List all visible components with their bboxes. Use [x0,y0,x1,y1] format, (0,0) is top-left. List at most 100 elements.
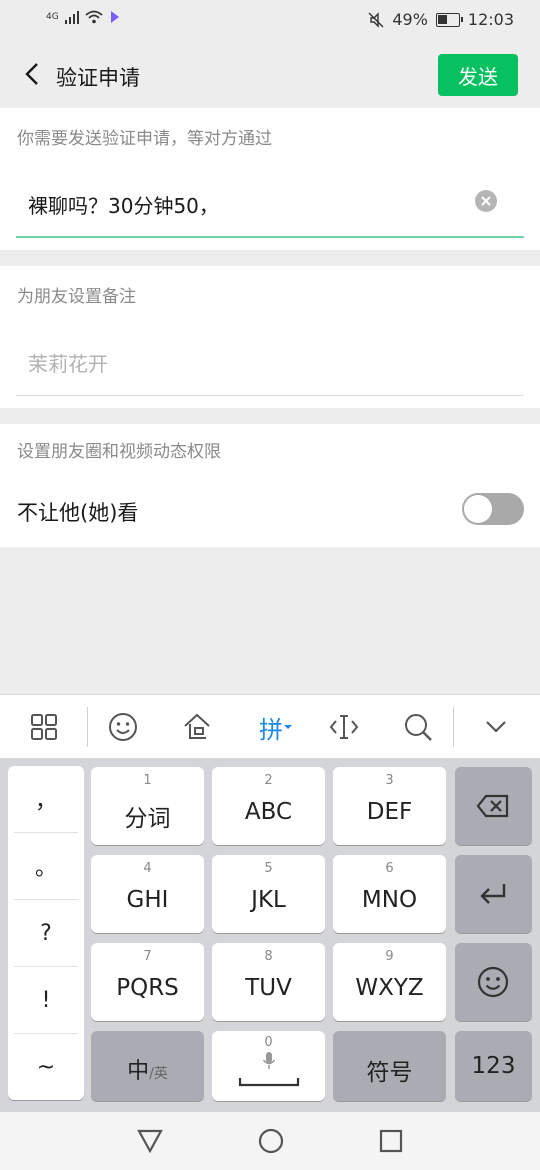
search-toolbar-button[interactable] [398,707,438,747]
status-right: 49% 12:03 [368,10,514,29]
symbol-label: 符号 [366,1060,413,1086]
language-switch-key[interactable]: 中/英 [91,1031,204,1101]
status-left: 4G [46,10,121,24]
lang-label: 中/英 [91,1053,204,1085]
chevron-down-icon [486,721,506,733]
remark-underline [16,395,524,396]
toolbar-divider [453,707,454,747]
lang-main: 中 [127,1059,150,1084]
key-number: 7 [143,949,152,964]
key-number: 9 [385,949,394,964]
remark-label: 为朋友设置备注 [17,287,136,307]
verification-underline [16,236,524,238]
keyboard-toolbar: 拼 [0,694,540,759]
clipboard-button[interactable] [177,707,217,747]
clear-button[interactable] [475,190,497,212]
punct-key[interactable]: ? [8,900,84,966]
emoji-key[interactable] [455,943,532,1021]
cursor-icon [329,715,359,739]
verification-section: 你需要发送验证申请，等对方通过 裸聊吗？30分钟50， [0,108,540,250]
network-label: 4G [46,12,59,22]
search-icon [405,714,432,741]
space-number: 0 [264,1035,273,1050]
triangle-back-icon [137,1129,163,1154]
toggle-knob [464,495,492,523]
key-label: TUV [245,975,292,1001]
key-5[interactable]: 5 JKL [212,855,325,933]
toolbar-divider [87,707,88,747]
key-number: 8 [264,949,273,964]
nav-back-button[interactable] [134,1126,166,1156]
key-1[interactable]: 1 分词 [91,767,204,845]
back-button[interactable] [14,56,50,92]
grid-button[interactable] [24,707,64,747]
punct-key[interactable]: 。 [8,833,84,899]
key-label: ABC [244,799,293,825]
clock: 12:03 [467,10,514,29]
key-number: 2 [264,773,273,788]
enter-icon [480,884,506,904]
mic-icon [262,1052,276,1069]
key-label: DEF [366,799,413,825]
back-arrow-icon [25,63,38,85]
key-6[interactable]: 6 MNO [333,855,446,933]
key-label: WXYZ [355,975,424,1001]
key-label: JKL [251,887,286,913]
key-4[interactable]: 4 GHI [91,855,204,933]
keyboard: ， 。 ? ! ~ 1 分词 2 ABC 3 DEF 4 GHI 5 JKL 6… [0,758,540,1112]
verification-input[interactable]: 裸聊吗？30分钟50， [28,190,219,219]
collapse-keyboard-button[interactable] [476,707,516,747]
punct-key[interactable]: ! [8,967,84,1033]
verification-label: 你需要发送验证申请，等对方通过 [17,129,272,149]
punct-key[interactable]: ~ [8,1034,84,1100]
cursor-button[interactable] [324,707,364,747]
key-7[interactable]: 7 PQRS [91,943,204,1021]
numbers-label: 123 [471,1053,516,1079]
status-bar: 4G 49% 12:03 [0,0,540,42]
mute-icon [368,11,384,28]
key-number: 6 [385,861,394,876]
app-notification-icon [110,11,119,23]
backspace-key[interactable] [455,767,532,845]
battery-percent: 49% [392,10,428,29]
key-label: MNO [361,887,418,913]
enter-key[interactable] [455,855,532,933]
input-mode-label: 拼 [259,715,283,744]
space-bar-icon [238,1078,300,1087]
numbers-key[interactable]: 123 [455,1031,532,1101]
key-3[interactable]: 3 DEF [333,767,446,845]
page-title: 验证申请 [56,66,140,90]
battery-icon [435,12,463,27]
key-number: 3 [385,773,394,788]
header: 验证申请 发送 [0,42,540,108]
clear-icon [481,196,491,206]
key-number: 1 [143,773,152,788]
key-label: GHI [126,887,169,913]
punct-key[interactable]: ， [8,766,84,832]
key-2[interactable]: 2 ABC [212,767,325,845]
remark-section: 为朋友设置备注 茉莉花开 [0,266,540,408]
key-label: PQRS [116,975,179,1001]
key-label: 分词 [124,806,171,832]
nav-recents-button[interactable] [376,1126,406,1156]
moments-section: 设置朋友圈和视频动态权限 不让他(她)看 [0,424,540,547]
lang-sub: /英 [149,1066,168,1082]
emoji-toolbar-button[interactable] [103,707,143,747]
send-button[interactable]: 发送 [438,54,518,96]
remark-input[interactable]: 茉莉花开 [28,348,108,377]
hide-moments-toggle[interactable] [462,493,524,525]
moments-label: 设置朋友圈和视频动态权限 [17,442,221,462]
grid-icon [31,714,57,740]
key-8[interactable]: 8 TUV [212,943,325,1021]
space-key[interactable]: 0 [212,1031,325,1101]
key-9[interactable]: 9 WXYZ [333,943,446,1021]
input-mode-button[interactable]: 拼 [252,707,300,747]
backspace-icon [476,794,509,818]
clipboard-icon [184,713,210,739]
emoji-icon [477,966,509,998]
key-number: 5 [264,861,273,876]
caret-down-icon [284,725,292,729]
symbol-key[interactable]: 符号 [333,1031,446,1101]
square-recents-icon [379,1129,403,1153]
nav-home-button[interactable] [256,1126,286,1156]
